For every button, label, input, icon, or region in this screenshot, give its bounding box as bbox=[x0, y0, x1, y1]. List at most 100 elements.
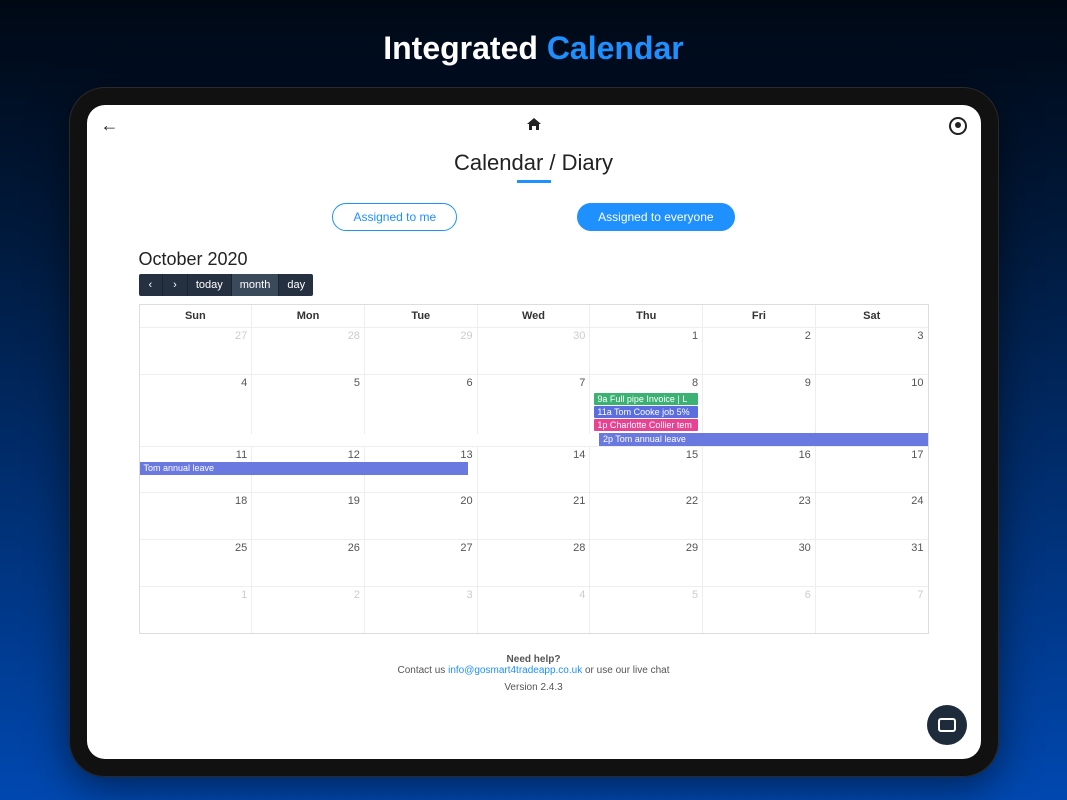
day-cell[interactable]: 1 bbox=[140, 587, 253, 633]
day-number: 7 bbox=[579, 377, 585, 389]
today-button[interactable]: today bbox=[188, 274, 232, 296]
event-span[interactable]: Tom annual leave bbox=[140, 462, 469, 475]
contact-email-link[interactable]: info@gosmart4tradeapp.co.uk bbox=[448, 665, 582, 676]
event-item[interactable]: 9a Full pipe Invoice | L bbox=[594, 393, 698, 405]
day-cell[interactable]: 28 bbox=[252, 328, 365, 374]
week-row: 4 5 6 7 8 9a Full pipe Invoice | L11a Tom Coo… bbox=[140, 374, 928, 434]
week-row: 12 34 567 bbox=[140, 586, 928, 633]
day-number: 12 bbox=[348, 449, 360, 461]
prev-button[interactable]: ‹ bbox=[139, 274, 164, 296]
day-cell[interactable]: 19 bbox=[252, 493, 365, 539]
day-number: 1 bbox=[692, 330, 698, 342]
day-cell[interactable]: 20 bbox=[365, 493, 478, 539]
day-number: 6 bbox=[467, 377, 473, 389]
home-icon[interactable] bbox=[526, 117, 542, 135]
day-number: 21 bbox=[573, 495, 585, 507]
day-number: 14 bbox=[573, 449, 585, 461]
day-cell[interactable]: 9 bbox=[703, 375, 816, 434]
version-label: Version 2.4.3 bbox=[87, 682, 981, 693]
day-number: 5 bbox=[354, 377, 360, 389]
app-screen: ← Calendar / Diary Assigned to me Assign… bbox=[87, 105, 981, 759]
day-cell[interactable]: 21 bbox=[478, 493, 591, 539]
day-view-button[interactable]: day bbox=[279, 274, 313, 296]
month-view-button[interactable]: month bbox=[232, 274, 280, 296]
day-cell[interactable]: 29 bbox=[365, 328, 478, 374]
day-number: 30 bbox=[799, 542, 811, 554]
day-number: 29 bbox=[686, 542, 698, 554]
next-button[interactable]: › bbox=[163, 274, 188, 296]
day-number: 27 bbox=[235, 330, 247, 342]
day-number: 26 bbox=[348, 542, 360, 554]
title-underline bbox=[517, 180, 551, 183]
page-title: Calendar / Diary bbox=[87, 150, 981, 176]
day-cell[interactable]: 2 bbox=[703, 328, 816, 374]
contact-pre: Contact us bbox=[398, 665, 449, 676]
topbar: ← bbox=[87, 105, 981, 146]
day-number: 13 bbox=[460, 449, 472, 461]
day-cell[interactable]: 30 bbox=[703, 540, 816, 586]
day-number: 25 bbox=[235, 542, 247, 554]
filter-assigned-to-me[interactable]: Assigned to me bbox=[332, 203, 457, 231]
event-item[interactable]: 1p Charlotte Collier tem bbox=[594, 419, 698, 431]
hero-title-part2: Calendar bbox=[547, 30, 684, 66]
chat-icon[interactable] bbox=[927, 705, 967, 745]
event-item[interactable]: 11a Tom Cooke job 5% bbox=[594, 406, 698, 418]
day-cell[interactable]: 6 bbox=[703, 587, 816, 633]
day-cell[interactable]: 24 bbox=[816, 493, 928, 539]
day-number: 4 bbox=[241, 377, 247, 389]
day-cell[interactable]: 7 bbox=[816, 587, 928, 633]
day-number: 11 bbox=[236, 449, 247, 461]
day-number: 10 bbox=[911, 377, 923, 389]
profile-icon[interactable] bbox=[949, 117, 967, 135]
day-number: 22 bbox=[686, 495, 698, 507]
span-event-row: 2p Tom annual leave bbox=[140, 434, 928, 446]
filter-assigned-to-everyone[interactable]: Assigned to everyone bbox=[577, 203, 734, 231]
day-cell[interactable]: 3 bbox=[365, 587, 478, 633]
day-number: 9 bbox=[805, 377, 811, 389]
dow-cell: Sat bbox=[816, 305, 928, 327]
day-number: 2 bbox=[805, 330, 811, 342]
day-cell[interactable]: 31 bbox=[816, 540, 928, 586]
filter-row: Assigned to me Assigned to everyone bbox=[87, 203, 981, 231]
tablet-frame: ← Calendar / Diary Assigned to me Assign… bbox=[69, 87, 999, 777]
day-cell[interactable]: 18 bbox=[140, 493, 253, 539]
day-cell[interactable]: 3 bbox=[816, 328, 928, 374]
day-number: 29 bbox=[460, 330, 472, 342]
day-number: 1 bbox=[241, 589, 247, 601]
day-cell[interactable]: 8 9a Full pipe Invoice | L11a Tom Cooke j… bbox=[590, 375, 703, 434]
day-number: 16 bbox=[799, 449, 811, 461]
day-cell[interactable]: 30 bbox=[478, 328, 591, 374]
day-cell[interactable]: 4 bbox=[478, 587, 591, 633]
day-cell[interactable]: 4 bbox=[140, 375, 253, 434]
day-number: 3 bbox=[467, 589, 473, 601]
day-cell[interactable]: 27 bbox=[365, 540, 478, 586]
day-cell[interactable]: 2 bbox=[252, 587, 365, 633]
day-number: 19 bbox=[348, 495, 360, 507]
dow-cell: Mon bbox=[252, 305, 365, 327]
day-cell[interactable]: 1 bbox=[590, 328, 703, 374]
day-number: 3 bbox=[917, 330, 923, 342]
day-number: 28 bbox=[348, 330, 360, 342]
day-cell[interactable]: 25 bbox=[140, 540, 253, 586]
day-number: 28 bbox=[573, 542, 585, 554]
day-cell[interactable]: 10 bbox=[816, 375, 928, 434]
day-cell[interactable]: 7 bbox=[478, 375, 591, 434]
day-cell[interactable]: 6 bbox=[365, 375, 478, 434]
back-icon[interactable]: ← bbox=[101, 115, 119, 136]
event-span[interactable]: 2p Tom annual leave bbox=[599, 433, 928, 446]
day-cell[interactable]: 22 bbox=[590, 493, 703, 539]
dow-cell: Tue bbox=[365, 305, 478, 327]
day-cell[interactable]: 27 bbox=[140, 328, 253, 374]
day-cell[interactable]: 5 bbox=[590, 587, 703, 633]
contact-post: or use our live chat bbox=[582, 665, 669, 676]
day-number: 5 bbox=[692, 589, 698, 601]
day-cell[interactable]: 29 bbox=[590, 540, 703, 586]
week-row: 25 26 27 28 29 30 31 bbox=[140, 539, 928, 586]
day-cell[interactable]: 23 bbox=[703, 493, 816, 539]
day-cell[interactable]: 26 bbox=[252, 540, 365, 586]
day-number: 17 bbox=[911, 449, 923, 461]
day-number: 8 bbox=[692, 377, 698, 389]
day-cell[interactable]: 5 bbox=[252, 375, 365, 434]
day-cell[interactable]: 28 bbox=[478, 540, 591, 586]
contact-line: Contact us info@gosmart4tradeapp.co.uk o… bbox=[87, 665, 981, 676]
